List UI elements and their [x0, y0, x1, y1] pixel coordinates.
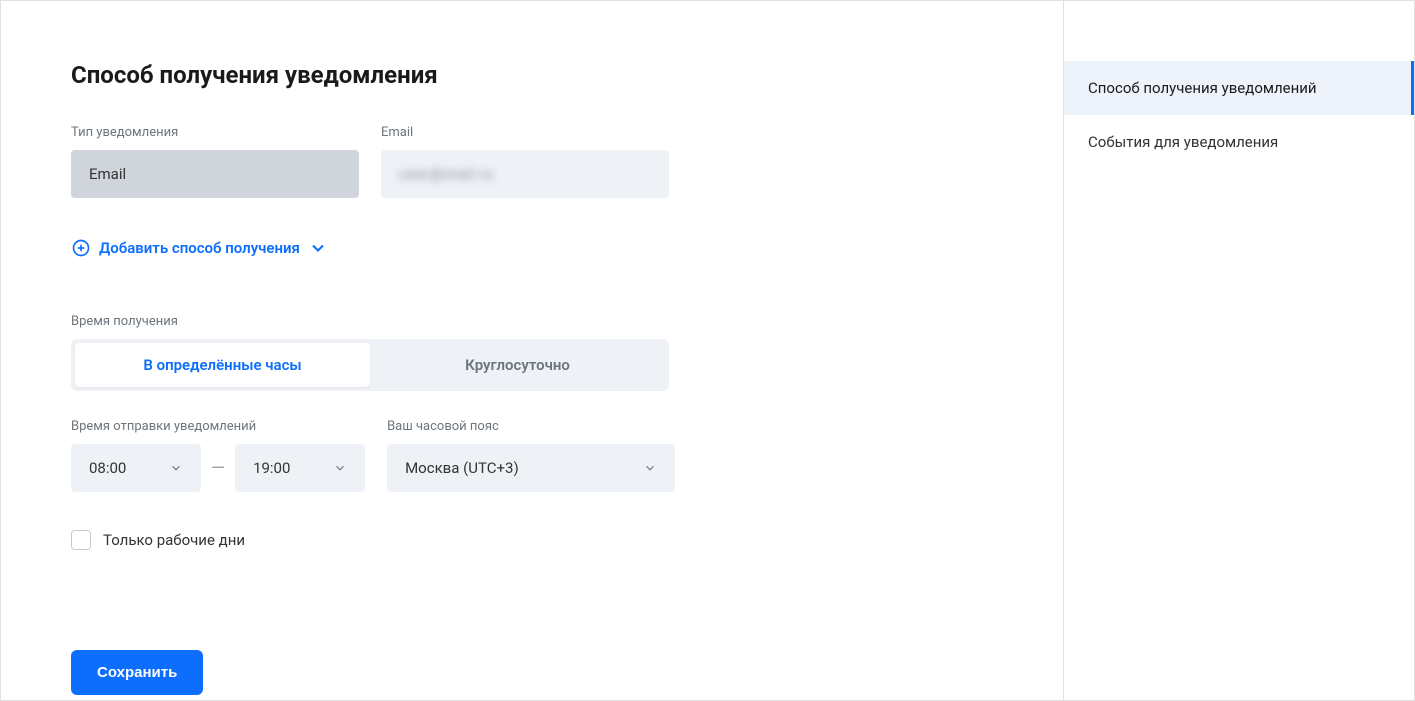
checkbox-box [71, 530, 91, 550]
email-label: Email [381, 125, 669, 140]
segment-all-day[interactable]: Круглосуточно [370, 343, 665, 387]
receive-time-label: Время получения [71, 314, 993, 329]
notification-type-value: Email [89, 165, 126, 183]
notification-type-select: Email [71, 150, 359, 198]
time-range-dash: — [211, 458, 225, 479]
add-method-label: Добавить способ получения [99, 239, 300, 257]
email-field: user@mail.ru [381, 150, 669, 198]
time-to-select[interactable]: 19:00 [235, 444, 365, 492]
plus-circle-icon [71, 238, 91, 258]
main-content: Способ получения уведомления Тип уведомл… [1, 1, 1064, 700]
add-method-button[interactable]: Добавить способ получения [71, 238, 328, 258]
notification-type-label: Тип уведомления [71, 125, 359, 140]
timezone-value: Москва (UTC+3) [405, 459, 519, 477]
page-title: Способ получения уведомления [71, 61, 993, 89]
workdays-only-checkbox[interactable]: Только рабочие дни [71, 530, 993, 550]
timezone-label: Ваш часовой пояс [387, 419, 675, 434]
chevron-down-icon [333, 461, 347, 475]
sidebar-item-events[interactable]: События для уведомления [1064, 115, 1414, 169]
email-value: user@mail.ru [399, 165, 493, 183]
timezone-select[interactable]: Москва (UTC+3) [387, 444, 675, 492]
receive-time-segmented: В определённые часы Круглосуточно [71, 339, 669, 391]
chevron-down-icon [308, 238, 328, 258]
time-from-value: 08:00 [89, 459, 126, 477]
segment-specific-hours[interactable]: В определённые часы [75, 343, 370, 387]
sidebar: Способ получения уведомлений События для… [1064, 1, 1414, 700]
time-from-select[interactable]: 08:00 [71, 444, 201, 492]
save-button[interactable]: Сохранить [71, 650, 203, 695]
sidebar-item-method[interactable]: Способ получения уведомлений [1064, 61, 1414, 115]
workdays-only-label: Только рабочие дни [103, 531, 245, 549]
send-time-label: Время отправки уведомлений [71, 419, 365, 434]
chevron-down-icon [643, 461, 657, 475]
time-to-value: 19:00 [253, 459, 290, 477]
chevron-down-icon [169, 461, 183, 475]
